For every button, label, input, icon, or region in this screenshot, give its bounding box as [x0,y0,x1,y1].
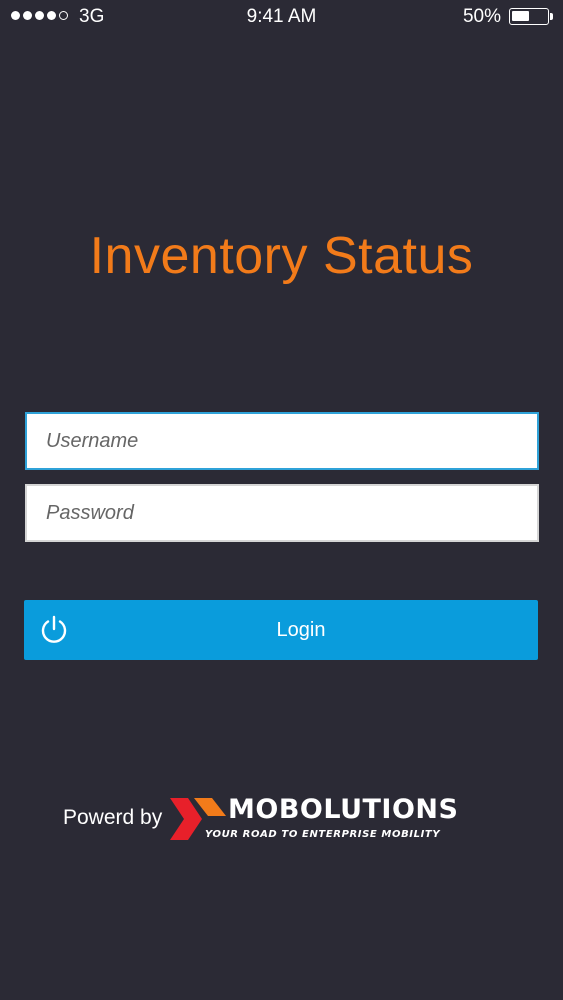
login-button[interactable]: Login [24,600,538,660]
app-title: Inventory Status [89,227,474,285]
brand-tagline: YOUR ROAD TO ENTERPRISE MOBILITY [205,829,441,840]
battery-icon [509,8,549,25]
login-screen: 3G 9:41 AM 50% Inventory Status Login Po… [0,0,563,1000]
brand-name: MOBOLUTIONS [228,794,459,825]
battery-percent: 50% [462,6,501,27]
login-button-label: Login [276,619,326,641]
username-input[interactable] [25,412,539,470]
powered-by-label: Powerd by [63,806,163,829]
status-bar: 3G 9:41 AM 50% [0,0,563,34]
battery-nub [550,13,553,20]
battery-level-fill [512,11,529,21]
password-input[interactable] [25,484,539,542]
